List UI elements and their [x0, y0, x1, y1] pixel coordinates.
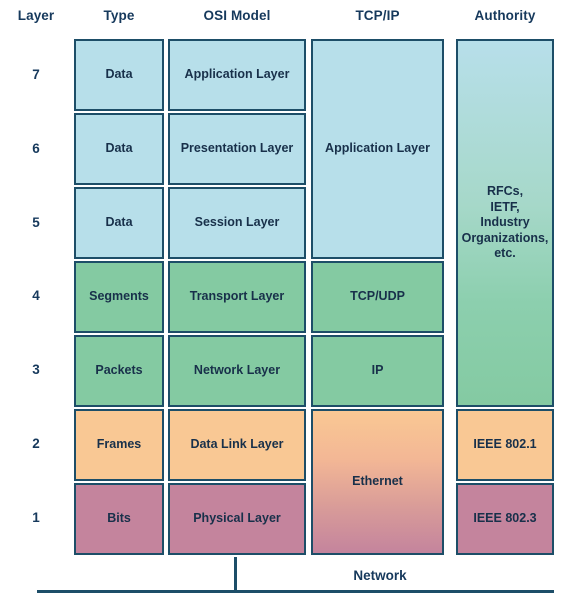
column-header-type: Type: [103, 8, 135, 23]
tcpip-cell-tcp-udp: TCP/UDP: [311, 261, 444, 333]
column-header-authority: Authority: [474, 8, 536, 23]
layer-number-2: 2: [32, 436, 40, 451]
layer-number-5: 5: [32, 215, 40, 230]
layer-number-1: 1: [32, 510, 40, 525]
type-cell-layer-4: Segments: [74, 261, 164, 333]
authority-cell-ieee-802-1: IEEE 802.1: [456, 409, 554, 481]
column-header-osi-model: OSI Model: [203, 8, 271, 23]
osi-cell-layer-4: Transport Layer: [168, 261, 306, 333]
layer-number-4: 4: [32, 288, 40, 303]
type-cell-layer-6: Data: [74, 113, 164, 185]
type-cell-layer-5: Data: [74, 187, 164, 259]
type-cell-layer-1: Bits: [74, 483, 164, 555]
tcpip-cell-ethernet: Ethernet: [311, 409, 444, 555]
osi-tcpip-diagram: Layer Type OSI Model TCP/IP Authority 7 …: [0, 0, 561, 599]
type-cell-layer-7: Data: [74, 39, 164, 111]
column-header-layer: Layer: [17, 8, 55, 23]
authority-cell-ieee-802-3: IEEE 802.3: [456, 483, 554, 555]
type-cell-layer-3: Packets: [74, 335, 164, 407]
tcpip-cell-application-layer: Application Layer: [311, 39, 444, 259]
osi-cell-layer-3: Network Layer: [168, 335, 306, 407]
layer-number-3: 3: [32, 362, 40, 377]
network-baseline: [37, 590, 554, 593]
layer-number-6: 6: [32, 141, 40, 156]
osi-cell-layer-5: Session Layer: [168, 187, 306, 259]
authority-cell-rfcs-ietf: RFCs, IETF, Industry Organizations, etc.: [456, 39, 554, 407]
type-cell-layer-2: Frames: [74, 409, 164, 481]
column-header-tcpip: TCP/IP: [355, 8, 400, 23]
osi-cell-layer-7: Application Layer: [168, 39, 306, 111]
osi-cell-layer-1: Physical Layer: [168, 483, 306, 555]
osi-cell-layer-6: Presentation Layer: [168, 113, 306, 185]
layer-number-7: 7: [32, 67, 40, 82]
tcpip-cell-ip: IP: [311, 335, 444, 407]
network-label: Network: [353, 568, 407, 583]
osi-cell-layer-2: Data Link Layer: [168, 409, 306, 481]
network-connector-vertical-line: [234, 557, 237, 593]
